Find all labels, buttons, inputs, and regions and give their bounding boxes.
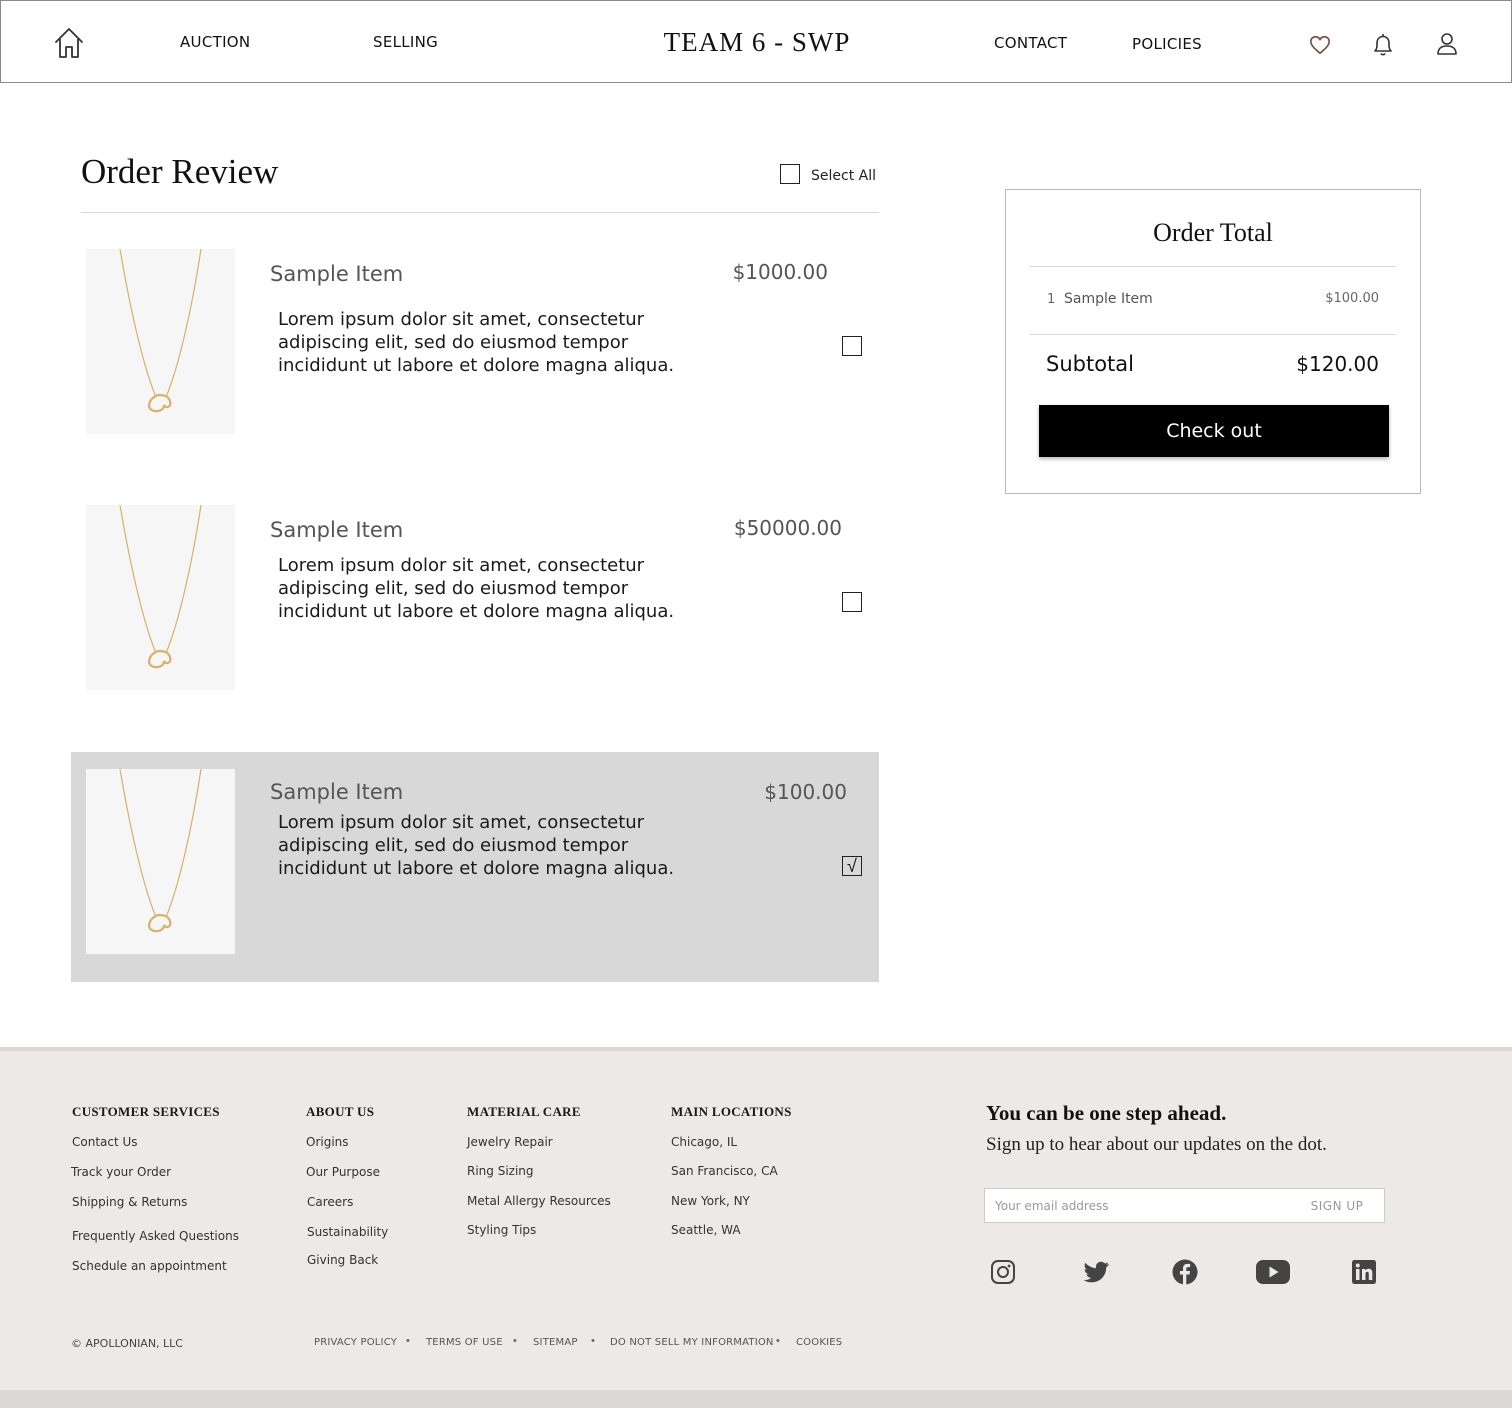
order-total-panel: Order Total 1 Sample Item $100.00 Subtot…	[1005, 189, 1421, 494]
heart-icon[interactable]	[1309, 34, 1331, 56]
separator-dot: •	[591, 1335, 595, 1347]
footer-col-title: MATERIAL CARE	[467, 1104, 581, 1119]
select-all-checkbox[interactable]	[780, 164, 800, 184]
footer-link[interactable]: Track your Order	[71, 1165, 171, 1179]
separator-dot: •	[776, 1335, 780, 1347]
legal-link-privacy[interactable]: PRIVACY POLICY	[314, 1337, 397, 1348]
item-description: Lorem ipsum dolor sit amet, consectetur …	[278, 555, 675, 622]
footer-link[interactable]: Metal Allergy Resources	[467, 1194, 611, 1208]
footer-link[interactable]: Origins	[306, 1135, 349, 1149]
signup-button[interactable]: SIGN UP	[1290, 1189, 1384, 1222]
item-checkbox-checked[interactable]: √	[842, 856, 862, 876]
footer-link[interactable]: Chicago, IL	[671, 1135, 737, 1149]
checkout-button[interactable]: Check out	[1039, 405, 1389, 457]
item-price: $1000.00	[732, 260, 828, 284]
footer-link[interactable]: Shipping & Returns	[72, 1195, 187, 1209]
footer-link[interactable]: Seattle, WA	[671, 1223, 741, 1237]
footer-link[interactable]: Frequently Asked Questions	[72, 1229, 239, 1243]
subtotal-label: Subtotal	[1046, 352, 1134, 376]
item-description: Lorem ipsum dolor sit amet, consectetur …	[278, 812, 675, 879]
product-image[interactable]	[86, 504, 235, 690]
footer-link[interactable]: Schedule an appointment	[72, 1259, 227, 1273]
legal-link-do-not-sell[interactable]: DO NOT SELL MY INFORMATION	[610, 1337, 774, 1348]
footer-link[interactable]: Sustainability	[307, 1225, 388, 1239]
item-price: $100.00	[764, 780, 847, 804]
footer-col-title: CUSTOMER SERVICES	[72, 1104, 220, 1119]
nav-contact[interactable]: CONTACT	[994, 34, 1067, 52]
cart-item: Sample Item $1000.00 Lorem ipsum dolor s…	[71, 232, 879, 462]
footer-link[interactable]: Giving Back	[307, 1253, 378, 1267]
product-image[interactable]	[86, 248, 235, 434]
line-item-qty: 1	[1047, 292, 1056, 307]
order-total-title: Order Total	[1153, 218, 1273, 247]
product-image[interactable]	[86, 768, 235, 954]
page-title: Order Review	[81, 152, 279, 191]
divider	[1030, 266, 1396, 267]
legal-link-terms[interactable]: TERMS OF USE	[426, 1337, 503, 1348]
subtotal-value: $120.00	[1296, 352, 1379, 376]
newsletter-form: SIGN UP	[984, 1188, 1385, 1223]
site-footer	[0, 1047, 1512, 1408]
item-name: Sample Item	[270, 518, 404, 542]
youtube-icon[interactable]	[1255, 1258, 1291, 1286]
linkedin-icon[interactable]	[1347, 1258, 1381, 1286]
item-name: Sample Item	[270, 262, 404, 286]
line-item-name: Sample Item	[1064, 291, 1153, 307]
footer-link[interactable]: San Francisco, CA	[671, 1164, 778, 1178]
separator-dot: •	[406, 1335, 410, 1347]
brand-logo[interactable]: TEAM 6 - SWP	[601, 27, 913, 58]
facebook-icon[interactable]	[1168, 1258, 1202, 1286]
bell-icon[interactable]	[1371, 32, 1395, 58]
item-price: $50000.00	[733, 516, 842, 540]
footer-bottom-bar	[0, 1390, 1512, 1408]
footer-link[interactable]: Careers	[307, 1195, 353, 1209]
user-icon[interactable]	[1436, 32, 1458, 56]
home-icon[interactable]	[53, 26, 85, 60]
title-divider	[81, 212, 879, 213]
cart-item: Sample Item $50000.00 Lorem ipsum dolor …	[71, 488, 879, 718]
site-header: AUCTION SELLING TEAM 6 - SWP CONTACT POL…	[0, 0, 1512, 83]
select-all-label: Select All	[811, 168, 876, 184]
instagram-icon[interactable]	[986, 1258, 1020, 1286]
footer-link[interactable]: Jewelry Repair	[467, 1135, 553, 1149]
item-name: Sample Item	[270, 780, 404, 804]
newsletter-heading: You can be one step ahead.	[986, 1101, 1227, 1125]
item-checkbox[interactable]	[842, 592, 862, 612]
legal-link-cookies[interactable]: COOKIES	[796, 1337, 842, 1348]
email-field[interactable]	[995, 1189, 1285, 1222]
copyright-text: © APOLLONIAN, LLC	[71, 1337, 183, 1350]
nav-selling[interactable]: SELLING	[373, 33, 438, 51]
footer-link[interactable]: Ring Sizing	[467, 1164, 534, 1178]
twitter-icon[interactable]	[1080, 1258, 1114, 1286]
item-checkbox[interactable]	[842, 336, 862, 356]
item-description: Lorem ipsum dolor sit amet, consectetur …	[278, 309, 675, 376]
nav-policies[interactable]: POLICIES	[1132, 35, 1202, 53]
newsletter-subheading: Sign up to hear about our updates on the…	[986, 1134, 1327, 1155]
nav-auction[interactable]: AUCTION	[180, 33, 250, 51]
footer-link[interactable]: Contact Us	[72, 1135, 138, 1149]
footer-col-title: ABOUT US	[306, 1104, 375, 1119]
footer-col-title: MAIN LOCATIONS	[671, 1104, 792, 1119]
cart-item-selected: Sample Item $100.00 Lorem ipsum dolor si…	[71, 752, 879, 982]
footer-link[interactable]: New York, NY	[671, 1194, 750, 1208]
legal-link-sitemap[interactable]: SITEMAP	[533, 1337, 578, 1348]
footer-link[interactable]: Styling Tips	[467, 1223, 536, 1237]
separator-dot: •	[513, 1335, 517, 1347]
footer-link[interactable]: Our Purpose	[306, 1165, 380, 1179]
line-item-price: $100.00	[1325, 291, 1379, 306]
divider	[1030, 334, 1396, 335]
